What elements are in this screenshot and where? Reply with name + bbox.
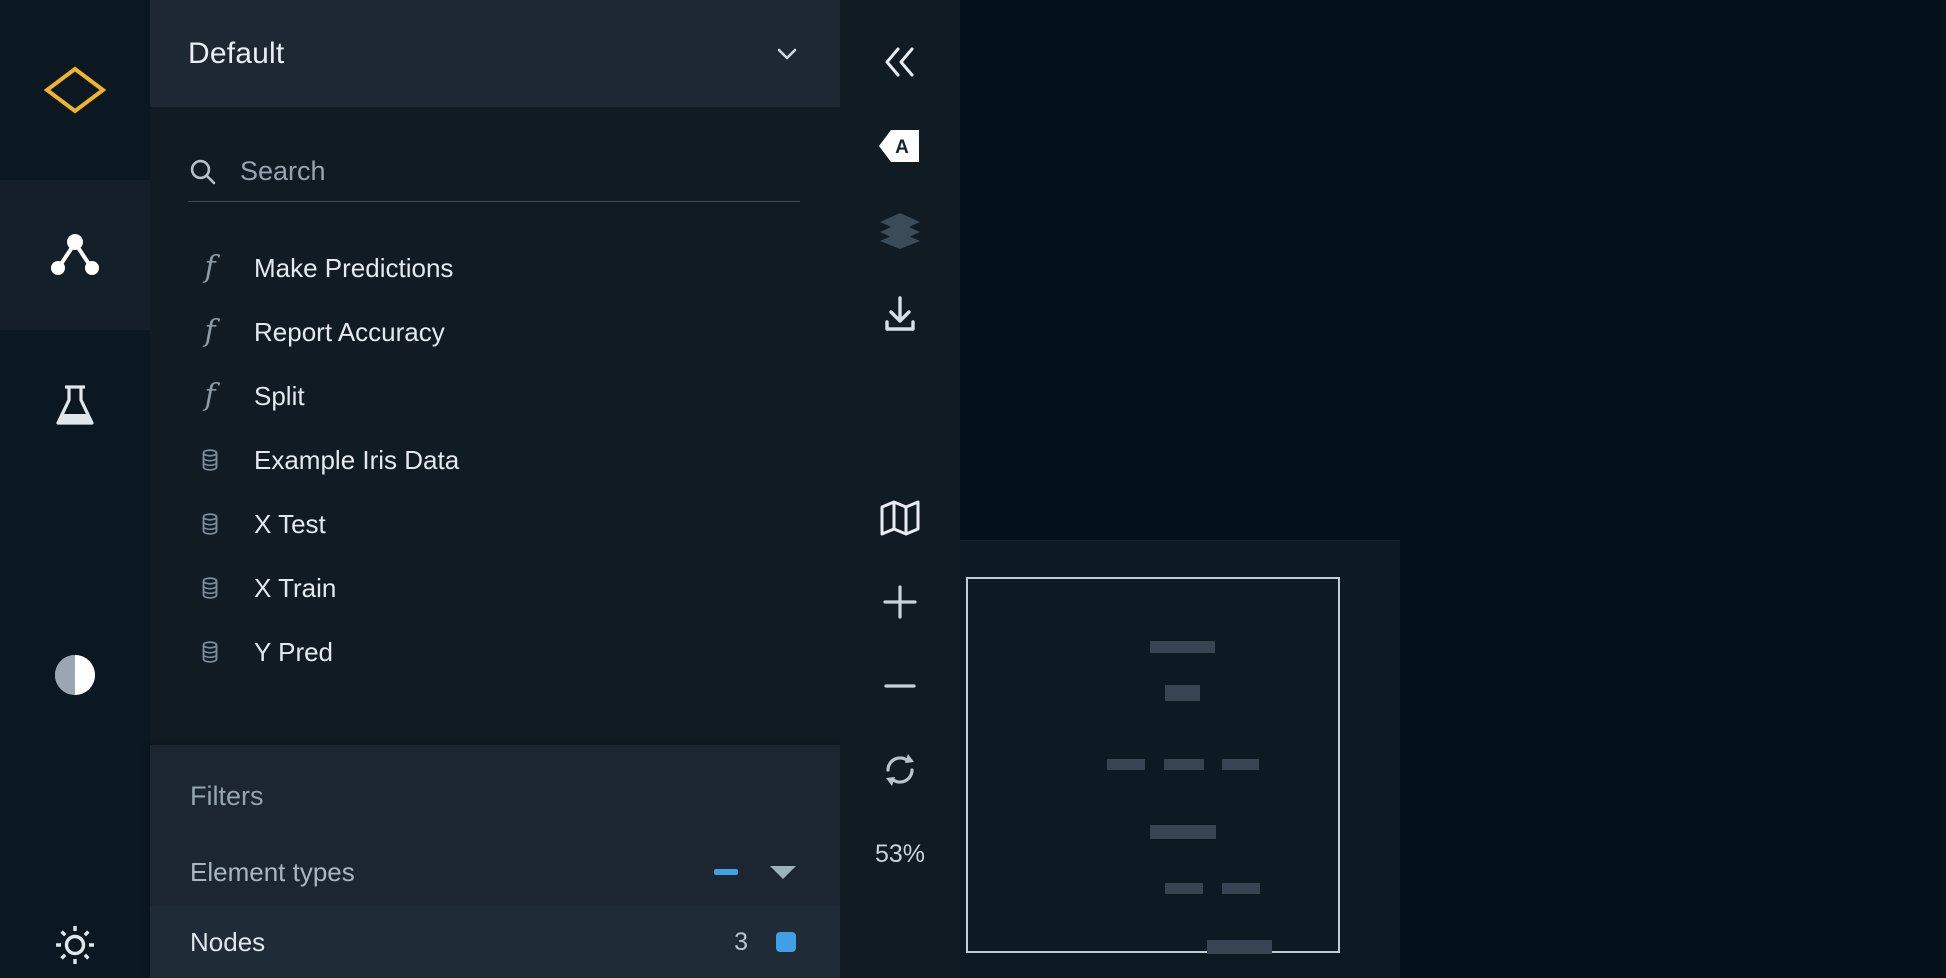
graph-canvas[interactable]: Example Iris DatafSplitX TrainY TrainX T… <box>960 0 1946 978</box>
list-item-label: Y Pred <box>254 636 334 667</box>
list-item-label: Report Accuracy <box>254 316 445 347</box>
search-input[interactable] <box>240 156 800 187</box>
zoom-in-button[interactable] <box>840 560 960 644</box>
filter-nodes[interactable]: Nodes 3 <box>150 906 840 978</box>
list-item[interactable]: X Train <box>150 556 840 620</box>
list-item[interactable]: Y Pred <box>150 620 840 684</box>
database-icon <box>196 447 224 473</box>
element-types-checkbox[interactable] <box>714 869 738 875</box>
function-icon: f <box>204 378 216 413</box>
elements-panel: Default f Make Predictions f Report Accurac… <box>150 0 840 978</box>
list-item[interactable]: Example Iris Data <box>150 428 840 492</box>
list-item-label: X Train <box>254 572 337 603</box>
minimap-node <box>1222 759 1259 770</box>
database-icon <box>196 575 224 601</box>
app-root: Default f Make Predictions f Report Accurac… <box>0 0 1946 978</box>
collapse-sidebar-button[interactable] <box>840 20 960 104</box>
refresh-icon <box>880 750 920 790</box>
download-icon <box>879 293 921 335</box>
sidebar-item-graph[interactable] <box>0 180 150 330</box>
contrast-circle-icon <box>52 652 98 698</box>
function-icon: f <box>204 314 216 349</box>
filter-nodes-count: 3 <box>734 927 748 956</box>
filters-section: Filters Element types Nodes 3 <box>150 745 840 978</box>
sidebar-item-settings[interactable] <box>0 870 150 978</box>
flask-icon <box>52 381 98 429</box>
minimap-node <box>1165 883 1203 894</box>
toggle-labels-button[interactable]: A <box>840 104 960 188</box>
minimap-node <box>1165 685 1200 701</box>
database-icon <box>196 639 224 665</box>
svg-text:A: A <box>895 137 909 158</box>
diamond-logo-icon <box>44 59 106 121</box>
zoom-level: 53% <box>840 812 960 896</box>
left-icon-rail <box>0 0 150 978</box>
database-icon <box>196 511 224 537</box>
plus-icon <box>881 583 919 621</box>
function-icon: f <box>204 250 216 285</box>
graph-toolbar: A 53% <box>840 0 960 978</box>
list-item[interactable]: f Make Predictions <box>150 236 840 300</box>
graph-nodes-icon <box>47 229 103 281</box>
toggle-minimap-button[interactable] <box>840 476 960 560</box>
list-item[interactable]: f Report Accuracy <box>150 300 840 364</box>
zoom-out-button[interactable] <box>840 644 960 728</box>
filters-title: Filters <box>190 781 264 811</box>
rail-spacer <box>0 750 150 870</box>
list-item-label: Example Iris Data <box>254 444 460 475</box>
double-chevron-left-icon <box>880 45 920 79</box>
minimap-node <box>1150 825 1216 839</box>
pipeline-selector-label: Default <box>188 36 285 70</box>
export-graph-button[interactable] <box>840 272 960 356</box>
caret-down-icon[interactable] <box>770 865 796 879</box>
filter-element-types[interactable]: Element types <box>150 838 840 906</box>
list-item-label: Make Predictions <box>254 252 454 283</box>
reset-zoom-button[interactable] <box>840 728 960 812</box>
pipeline-selector[interactable]: Default <box>150 0 840 108</box>
minimap-viewport[interactable] <box>966 577 1340 954</box>
list-item-label: X Test <box>254 508 326 539</box>
minimap-node <box>1107 759 1145 770</box>
minimap-node <box>1164 759 1204 770</box>
filter-nodes-label: Nodes <box>190 926 266 957</box>
tag-a-icon: A <box>877 126 923 166</box>
chevron-down-icon[interactable] <box>774 41 800 67</box>
filter-element-types-label: Element types <box>190 856 355 887</box>
sidebar-item-experiments[interactable] <box>0 330 150 480</box>
minimap-node <box>1207 940 1272 954</box>
list-item[interactable]: f Split <box>150 364 840 428</box>
zoom-level-label: 53% <box>874 839 926 868</box>
map-icon <box>879 499 921 537</box>
rail-spacer <box>0 480 150 600</box>
sidebar-item-theme[interactable] <box>0 600 150 750</box>
minimap[interactable] <box>960 540 1400 978</box>
minimap-node <box>1222 883 1260 894</box>
minimap-node <box>1150 641 1215 653</box>
list-item-label: Split <box>254 380 305 411</box>
layers-icon <box>878 210 922 250</box>
nodes-checkbox[interactable] <box>776 932 796 952</box>
search-icon <box>188 157 218 187</box>
minus-icon <box>881 667 919 705</box>
list-item[interactable]: X Test <box>150 492 840 556</box>
toggle-layers-button[interactable] <box>840 188 960 272</box>
app-logo[interactable] <box>0 0 150 180</box>
search-bar <box>188 156 800 202</box>
gear-icon <box>51 921 99 969</box>
